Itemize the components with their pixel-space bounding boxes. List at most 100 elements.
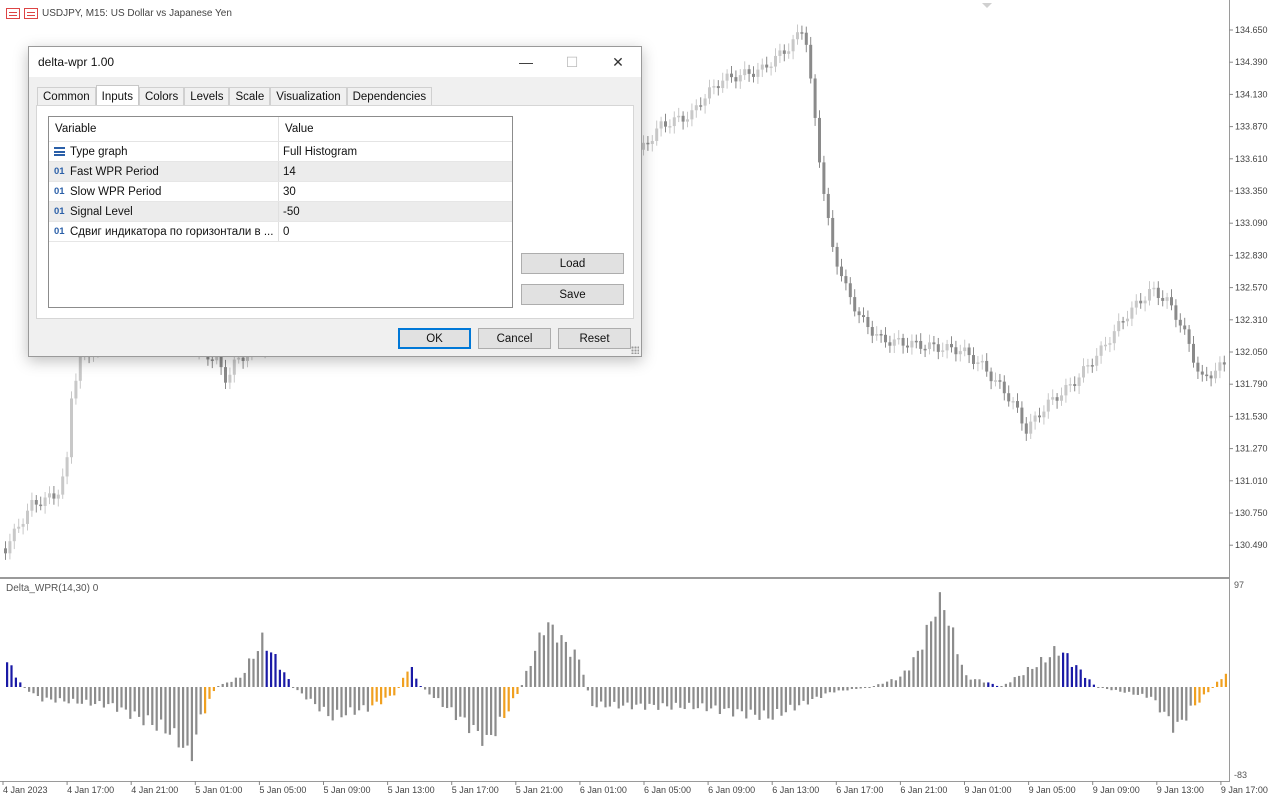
histogram-bar <box>613 687 616 702</box>
candle-body <box>901 337 905 346</box>
candle-body <box>659 121 663 129</box>
list-icon <box>54 147 65 156</box>
candle-body <box>743 69 747 76</box>
candle-body <box>760 64 764 70</box>
histogram-bar <box>591 687 594 707</box>
tab-colors[interactable]: Colors <box>138 87 185 106</box>
table-row[interactable]: 01 Slow WPR Period 30 <box>49 182 512 202</box>
histogram-bar <box>358 687 361 711</box>
histogram-bar <box>1022 675 1025 687</box>
candle-body <box>879 334 883 336</box>
time-label: 6 Jan 01:00 <box>580 785 627 795</box>
header-value[interactable]: Value <box>279 117 512 141</box>
histogram-bar <box>415 678 418 687</box>
value-cell[interactable]: 14 <box>279 162 512 181</box>
candle-body <box>78 355 82 381</box>
value-cell[interactable]: -50 <box>279 202 512 221</box>
candle-body <box>1095 355 1099 366</box>
price-label: 134.650 <box>1235 25 1268 35</box>
indicator-axis-bottom: -83 <box>1234 770 1247 780</box>
candle-body <box>998 380 1002 382</box>
table-row[interactable]: Type graph Full Histogram <box>49 142 512 162</box>
histogram-bar <box>987 682 990 687</box>
table-row[interactable]: 01 Fast WPR Period 14 <box>49 162 512 182</box>
table-row[interactable]: 01 Сдвиг индикатора по горизонтали в ... … <box>49 222 512 242</box>
candle-body <box>1200 371 1204 375</box>
histogram-bar <box>1018 675 1021 687</box>
dialog-titlebar[interactable]: delta-wpr 1.00 — ☐ ✕ <box>29 47 641 77</box>
histogram-bar <box>76 687 79 704</box>
candle-body <box>985 360 989 372</box>
histogram-bar <box>626 687 629 703</box>
tab-common[interactable]: Common <box>37 87 96 106</box>
histogram-bar <box>441 687 444 707</box>
histogram-bar <box>1070 666 1073 687</box>
cancel-button[interactable]: Cancel <box>478 328 551 349</box>
histogram-bar <box>1088 679 1091 687</box>
histogram-bar <box>375 687 378 702</box>
histogram-bar <box>837 687 840 691</box>
histogram-bar <box>331 687 334 721</box>
close-button[interactable]: ✕ <box>595 47 641 77</box>
histogram-bar <box>793 687 796 711</box>
candle-body <box>1117 321 1121 332</box>
tab-scale[interactable]: Scale <box>229 87 271 106</box>
reset-button[interactable]: Reset <box>558 328 631 349</box>
histogram-bar <box>881 683 884 687</box>
histogram-bar <box>833 687 836 693</box>
histogram-bar <box>894 680 897 687</box>
histogram-bar <box>41 687 44 702</box>
chart-menu-icon[interactable] <box>6 7 20 19</box>
load-button[interactable]: Load <box>521 253 624 274</box>
histogram-bar <box>265 650 268 687</box>
histogram-bar <box>243 672 246 687</box>
candle-body <box>822 162 826 194</box>
candle-body <box>224 367 227 383</box>
candle-body <box>1139 300 1143 304</box>
histogram-bar <box>168 687 171 735</box>
time-label: 9 Jan 09:00 <box>1093 785 1140 795</box>
histogram-bar <box>36 687 39 697</box>
candle-body <box>800 32 804 34</box>
tab-dependencies[interactable]: Dependencies <box>346 87 433 106</box>
histogram-bar <box>868 687 871 688</box>
chart-type-icon[interactable] <box>24 7 38 19</box>
resize-grip-icon[interactable] <box>631 346 639 354</box>
ok-button[interactable]: OK <box>398 328 471 349</box>
histogram-bar <box>1145 687 1148 698</box>
tab-visualization[interactable]: Visualization <box>270 87 347 106</box>
minimize-button[interactable]: — <box>503 47 549 77</box>
histogram-bar <box>802 687 805 701</box>
maximize-button[interactable]: ☐ <box>549 47 595 77</box>
histogram-bar <box>50 687 53 700</box>
value-cell[interactable]: 0 <box>279 222 512 241</box>
price-label: 132.310 <box>1235 315 1268 325</box>
histogram-bar <box>1136 687 1139 695</box>
tab-inputs[interactable]: Inputs <box>95 85 139 107</box>
histogram-bar <box>679 687 682 708</box>
histogram-bar <box>806 687 809 705</box>
candle-body <box>769 66 773 69</box>
tab-levels[interactable]: Levels <box>184 87 230 106</box>
value-cell[interactable]: 30 <box>279 182 512 201</box>
histogram-bar <box>1101 687 1104 688</box>
candle-body <box>928 342 931 350</box>
save-button[interactable]: Save <box>521 284 624 305</box>
time-label: 6 Jan 17:00 <box>836 785 883 795</box>
histogram-bar <box>859 687 862 689</box>
histogram-bar <box>1150 687 1153 697</box>
histogram-bar <box>600 687 603 702</box>
table-row[interactable]: 01 Signal Level -50 <box>49 202 512 222</box>
dialog-title: delta-wpr 1.00 <box>38 55 115 69</box>
candle-body <box>884 334 887 343</box>
histogram-bar <box>221 683 224 687</box>
histogram-bar <box>740 687 743 712</box>
header-variable[interactable]: Variable <box>49 117 279 141</box>
histogram-bar <box>384 687 387 698</box>
histogram-bar <box>811 687 814 699</box>
candle-body <box>945 343 949 351</box>
histogram-bar <box>296 687 299 691</box>
histogram-bar <box>164 687 167 734</box>
value-cell[interactable]: Full Histogram <box>279 142 512 161</box>
histogram-bar <box>1075 665 1078 687</box>
